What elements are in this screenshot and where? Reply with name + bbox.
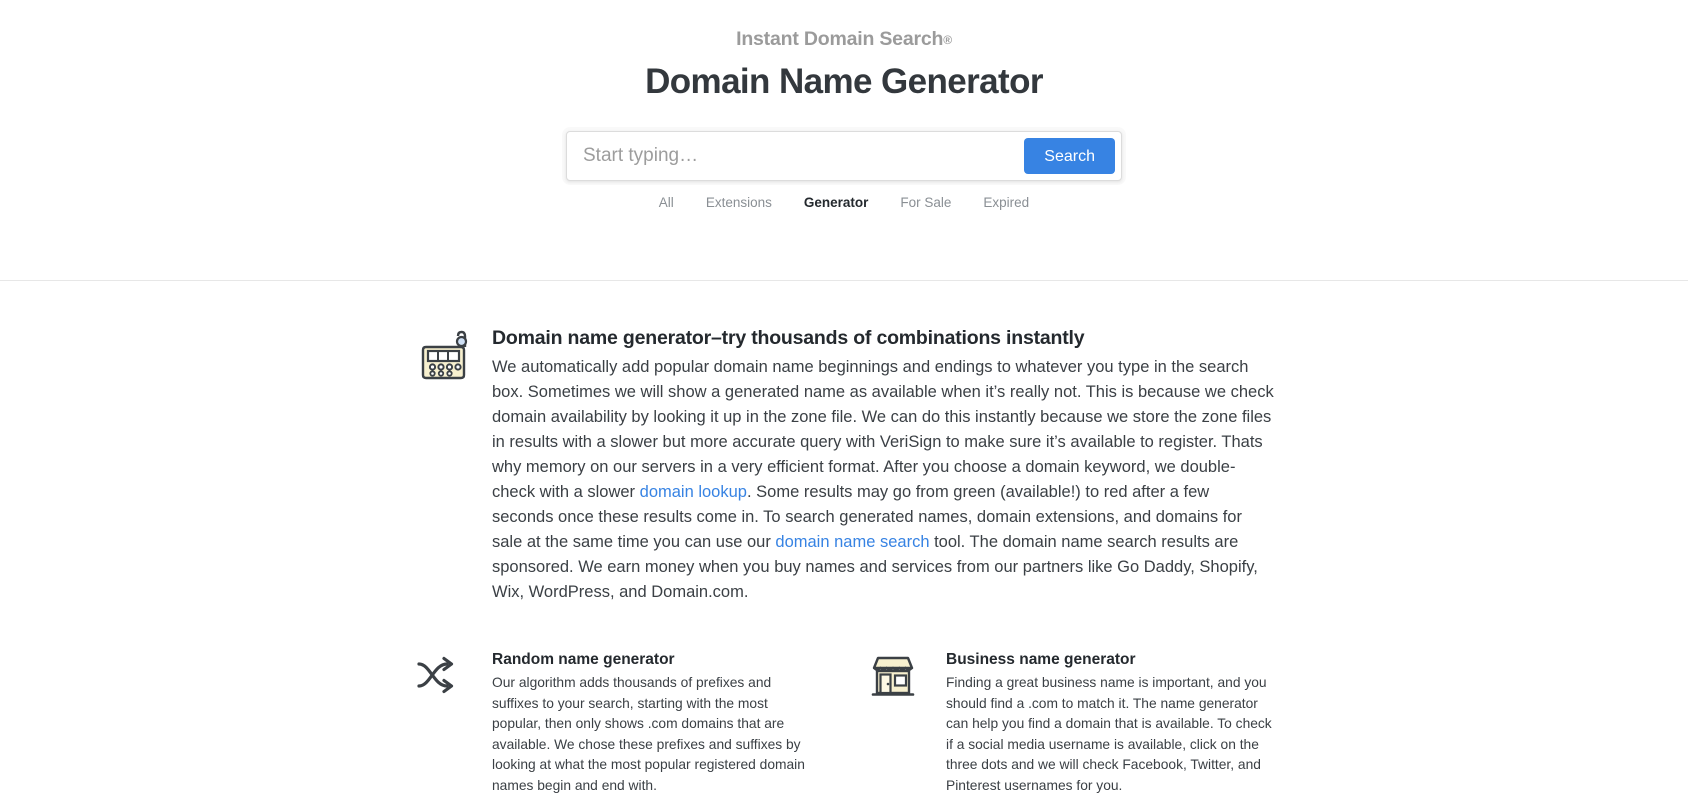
feature-title: Random name generator	[492, 651, 675, 668]
lead-body: Domain name generator–try thousands of c…	[492, 325, 1274, 605]
page-title: Domain Name Generator	[645, 62, 1043, 101]
tab-all[interactable]: All	[659, 194, 674, 212]
tab-extensions[interactable]: Extensions	[706, 194, 772, 212]
cash-register-icon	[414, 325, 492, 387]
lead-paragraph: We automatically add popular domain name…	[492, 355, 1274, 605]
content-section: Domain name generator–try thousands of c…	[414, 281, 1274, 797]
feature-text: Finding a great business name is importa…	[946, 675, 1272, 793]
lead-text-1: We automatically add popular domain name…	[492, 358, 1274, 501]
feature-title: Business name generator	[946, 651, 1136, 668]
hero-section: Instant Domain Search® Domain Name Gener…	[0, 0, 1688, 281]
lead-title: Domain name generator–try thousands of c…	[492, 327, 1085, 349]
feature-body: Business name generator Finding a great …	[946, 649, 1274, 797]
page-root: Instant Domain Search® Domain Name Gener…	[0, 0, 1688, 810]
tab-expired[interactable]: Expired	[983, 194, 1029, 212]
shuffle-icon	[414, 649, 492, 702]
domain-lookup-link[interactable]: domain lookup	[640, 483, 747, 501]
brand-name: Instant Domain Search	[736, 28, 944, 50]
search-filter-tabs: All Extensions Generator For Sale Expire…	[0, 194, 1688, 212]
brand-title: Instant Domain Search®	[0, 26, 1688, 53]
tab-generator[interactable]: Generator	[804, 194, 869, 212]
feature-text: Our algorithm adds thousands of prefixes…	[492, 675, 805, 793]
tab-for-sale[interactable]: For Sale	[900, 194, 951, 212]
feature-random-name-generator: Random name generator Our algorithm adds…	[414, 649, 820, 797]
storefront-icon	[868, 649, 946, 704]
search-input[interactable]	[567, 132, 1025, 180]
lead-block: Domain name generator–try thousands of c…	[414, 325, 1274, 605]
search-area: Search	[566, 131, 1122, 181]
domain-name-search-link[interactable]: domain name search	[775, 533, 929, 551]
feature-body: Random name generator Our algorithm adds…	[492, 649, 820, 797]
feature-business-name-generator: Business name generator Finding a great …	[868, 649, 1274, 797]
search-shell: Search	[566, 131, 1122, 181]
search-button[interactable]: Search	[1024, 138, 1115, 174]
feature-columns: Random name generator Our algorithm adds…	[414, 649, 1274, 797]
registered-mark-icon: ®	[943, 33, 952, 47]
